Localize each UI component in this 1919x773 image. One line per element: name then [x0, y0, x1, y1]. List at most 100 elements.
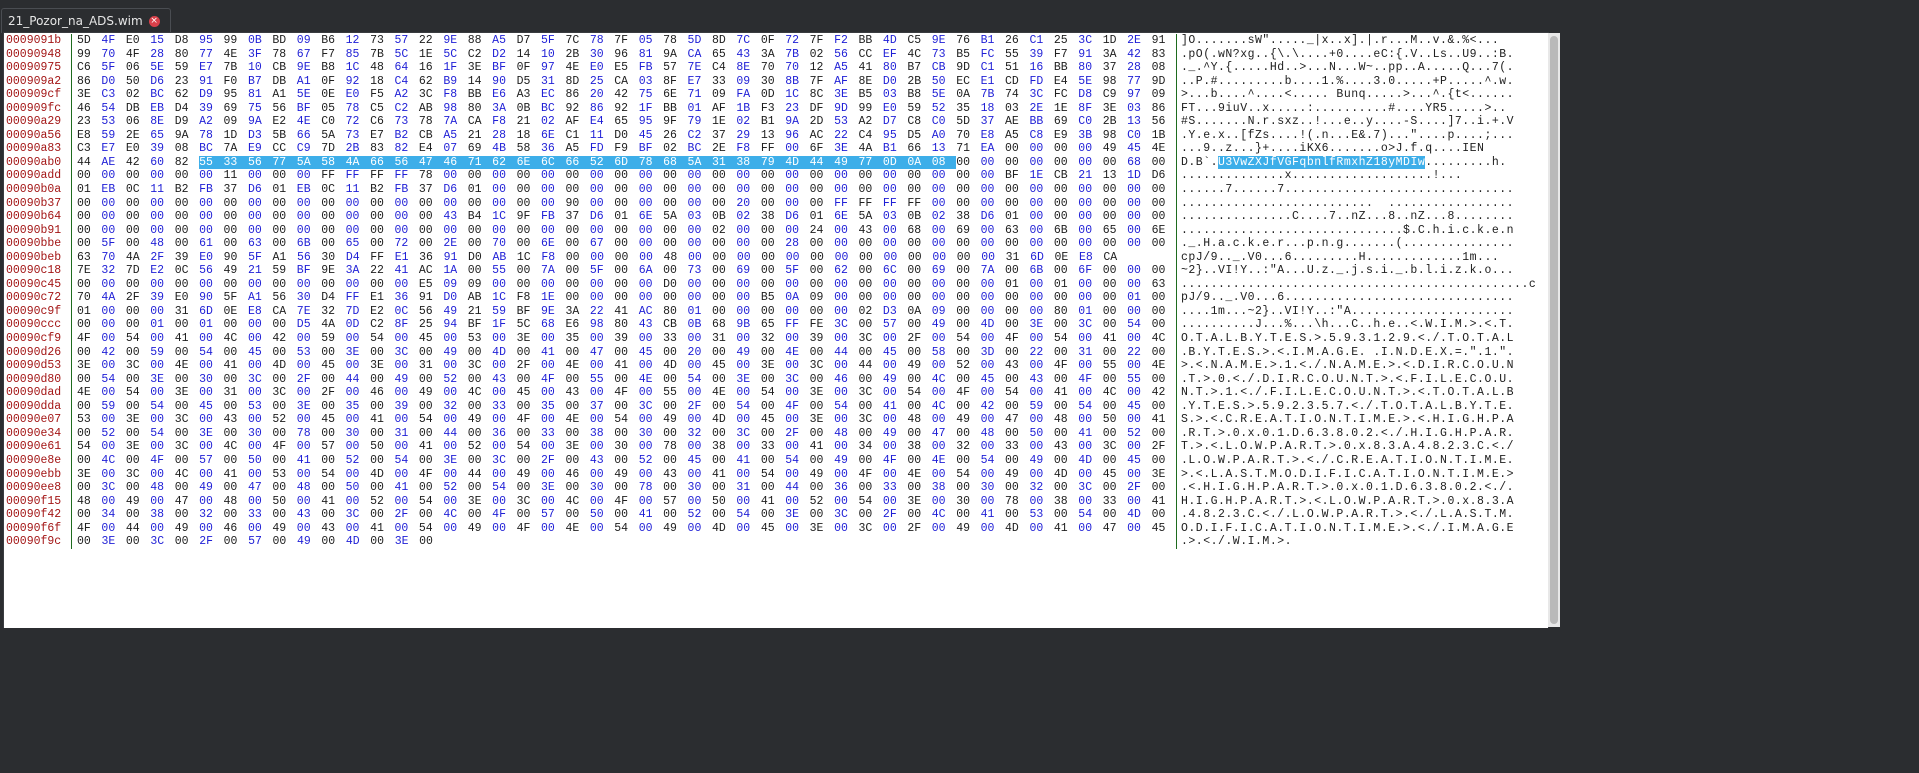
hex-byte[interactable]: 00	[126, 210, 150, 224]
hex-byte[interactable]: 57	[883, 318, 907, 332]
hex-byte[interactable]: 0E	[224, 305, 248, 319]
hex-byte[interactable]: D8	[1078, 88, 1102, 102]
hex-byte[interactable]: 49	[517, 468, 541, 482]
hex-byte[interactable]: 4C	[1152, 332, 1176, 346]
hex-byte[interactable]: 00	[786, 251, 810, 265]
hex-byte[interactable]: 5B	[272, 129, 296, 143]
hex-byte[interactable]: 43	[224, 413, 248, 427]
hex-byte[interactable]: 00	[541, 278, 565, 292]
hex-byte[interactable]: 00	[907, 278, 931, 292]
hex-byte[interactable]: 00	[150, 522, 174, 536]
hex-byte[interactable]: E4	[1054, 75, 1078, 89]
hex-byte[interactable]: 57	[199, 454, 223, 468]
hex-byte[interactable]: 49	[956, 522, 980, 536]
hex-byte[interactable]: 63	[1152, 278, 1176, 292]
hex-byte[interactable]: E0	[883, 102, 907, 116]
hex-byte[interactable]: C6	[77, 61, 101, 75]
hex-byte[interactable]: 00	[77, 197, 101, 211]
hex-byte[interactable]: 00	[101, 224, 125, 238]
hex-byte[interactable]: 00	[224, 224, 248, 238]
hex-byte[interactable]: 37	[981, 115, 1005, 129]
hex-bytes[interactable]: 5D 4F E0 15 D8 95 99 0B BD 09 B6 12 73 57 22 9E 88 A5 D7 5F…	[72, 34, 1177, 48]
hex-byte[interactable]: FF	[394, 169, 418, 183]
ascii-text[interactable]: ._.H.a.c.k.e.r...p.n.g.......(..........…	[1177, 237, 1514, 251]
hex-byte[interactable]: 00	[907, 264, 931, 278]
hex-byte[interactable]: 47	[248, 481, 272, 495]
hex-byte[interactable]: 26	[663, 129, 687, 143]
hex-byte[interactable]: 1C	[492, 291, 516, 305]
hex-byte[interactable]: 00	[1152, 481, 1176, 495]
hex-byte[interactable]: 44	[809, 155, 835, 170]
hex-byte[interactable]: 00	[1005, 264, 1029, 278]
hex-byte[interactable]: 6E	[639, 210, 663, 224]
hex-byte[interactable]: 00	[932, 413, 956, 427]
hex-byte[interactable]: 00	[907, 169, 931, 183]
hex-byte[interactable]: 00	[834, 224, 858, 238]
hex-byte[interactable]: 54	[736, 400, 760, 414]
hex-byte[interactable]: 7F	[810, 34, 834, 48]
hex-byte[interactable]: 50	[1103, 413, 1127, 427]
hex-byte[interactable]: 00	[639, 522, 663, 536]
hex-byte[interactable]: 45	[321, 359, 345, 373]
hex-byte[interactable]: BB	[468, 88, 492, 102]
hex-byte[interactable]: C0	[932, 115, 956, 129]
hex-byte[interactable]: 6E	[1152, 224, 1176, 238]
hex-byte[interactable]: 00	[761, 183, 785, 197]
hex-byte[interactable]: 79	[688, 115, 712, 129]
hex-byte[interactable]: 00	[492, 468, 516, 482]
hex-byte[interactable]: 7D	[346, 305, 370, 319]
hex-byte[interactable]: 00	[346, 386, 370, 400]
hex-byte[interactable]: 00	[101, 210, 125, 224]
hex-byte[interactable]: 65	[712, 48, 736, 62]
hex-byte[interactable]: 01	[688, 102, 712, 116]
hex-byte[interactable]: 66	[297, 129, 321, 143]
hex-byte[interactable]: 52	[932, 102, 956, 116]
hex-byte[interactable]: 3C	[175, 413, 199, 427]
ascii-text[interactable]: .Y.T.E.S.>.5.9.2.3.5.7.<./.T.O.T.A.L.B.Y…	[1177, 400, 1514, 414]
hex-byte[interactable]: 00	[688, 224, 712, 238]
hex-byte[interactable]: 58	[932, 346, 956, 360]
hex-byte[interactable]: 00	[321, 481, 345, 495]
hex-byte[interactable]: 98	[443, 102, 467, 116]
hex-byte[interactable]: 14	[468, 75, 492, 89]
hex-byte[interactable]: 48	[150, 481, 174, 495]
hex-byte[interactable]: 00	[175, 508, 199, 522]
hex-byte[interactable]: 00	[541, 440, 565, 454]
hex-byte[interactable]: 21	[1078, 169, 1102, 183]
hex-bytes[interactable]: 70 4A 2F 39 E0 90 5F A1 56 30 D4 FF E1 36 91 D0 AB 1C F8 1E…	[72, 291, 1177, 305]
hex-byte[interactable]: 41	[614, 359, 638, 373]
hex-byte[interactable]: 00	[1152, 427, 1176, 441]
hex-byte[interactable]: 09	[1152, 88, 1176, 102]
hex-byte[interactable]: 00	[199, 224, 223, 238]
hex-byte[interactable]: EF	[883, 48, 907, 62]
hex-byte[interactable]: E7	[101, 142, 125, 156]
hex-byte[interactable]: 00	[126, 346, 150, 360]
ascii-text[interactable]: .B.Y.T.E.S.>.<.I.M.A.G.E. .I.N.D.E.X.=."…	[1177, 346, 1514, 360]
hex-byte[interactable]: 00	[468, 481, 492, 495]
ascii-text[interactable]: ....1m...~2}..VI!Y..:"A.................…	[1177, 305, 1514, 319]
ascii-text[interactable]: >.<.N.A.M.E.>.1.<./.N.A.M.E.>.<.D.I.R.C.…	[1177, 359, 1514, 373]
hex-byte[interactable]: 00	[1005, 237, 1029, 251]
hex-byte[interactable]: 73	[688, 264, 712, 278]
hex-byte[interactable]: 2F	[541, 454, 565, 468]
hex-byte[interactable]: 43	[1005, 359, 1029, 373]
hex-byte[interactable]: 00	[150, 332, 174, 346]
hex-byte[interactable]: 00	[981, 522, 1005, 536]
hex-byte[interactable]: 00	[1127, 468, 1151, 482]
hex-byte[interactable]: 00	[443, 359, 467, 373]
hex-byte[interactable]: 00	[736, 386, 760, 400]
hex-byte[interactable]: 00	[1127, 359, 1151, 373]
hex-byte[interactable]: 37	[419, 183, 443, 197]
hex-byte[interactable]: 49	[224, 264, 248, 278]
hex-byte[interactable]: 41	[370, 522, 394, 536]
hex-byte[interactable]: 00	[1078, 495, 1102, 509]
hex-byte[interactable]: 00	[1078, 142, 1102, 156]
hex-byte[interactable]: D6	[248, 183, 272, 197]
hex-byte[interactable]: 16	[1029, 61, 1053, 75]
ascii-text[interactable]: .R.T.>.0.x.0.1.D.6.3.8.0.2.<./.H.I.G.H.P…	[1177, 427, 1514, 441]
hex-byte[interactable]: 00	[834, 183, 858, 197]
hex-byte[interactable]: 48	[907, 413, 931, 427]
hex-byte[interactable]: 50	[370, 440, 394, 454]
hex-byte[interactable]: 3C	[1078, 318, 1102, 332]
hex-byte[interactable]: 00	[541, 183, 565, 197]
